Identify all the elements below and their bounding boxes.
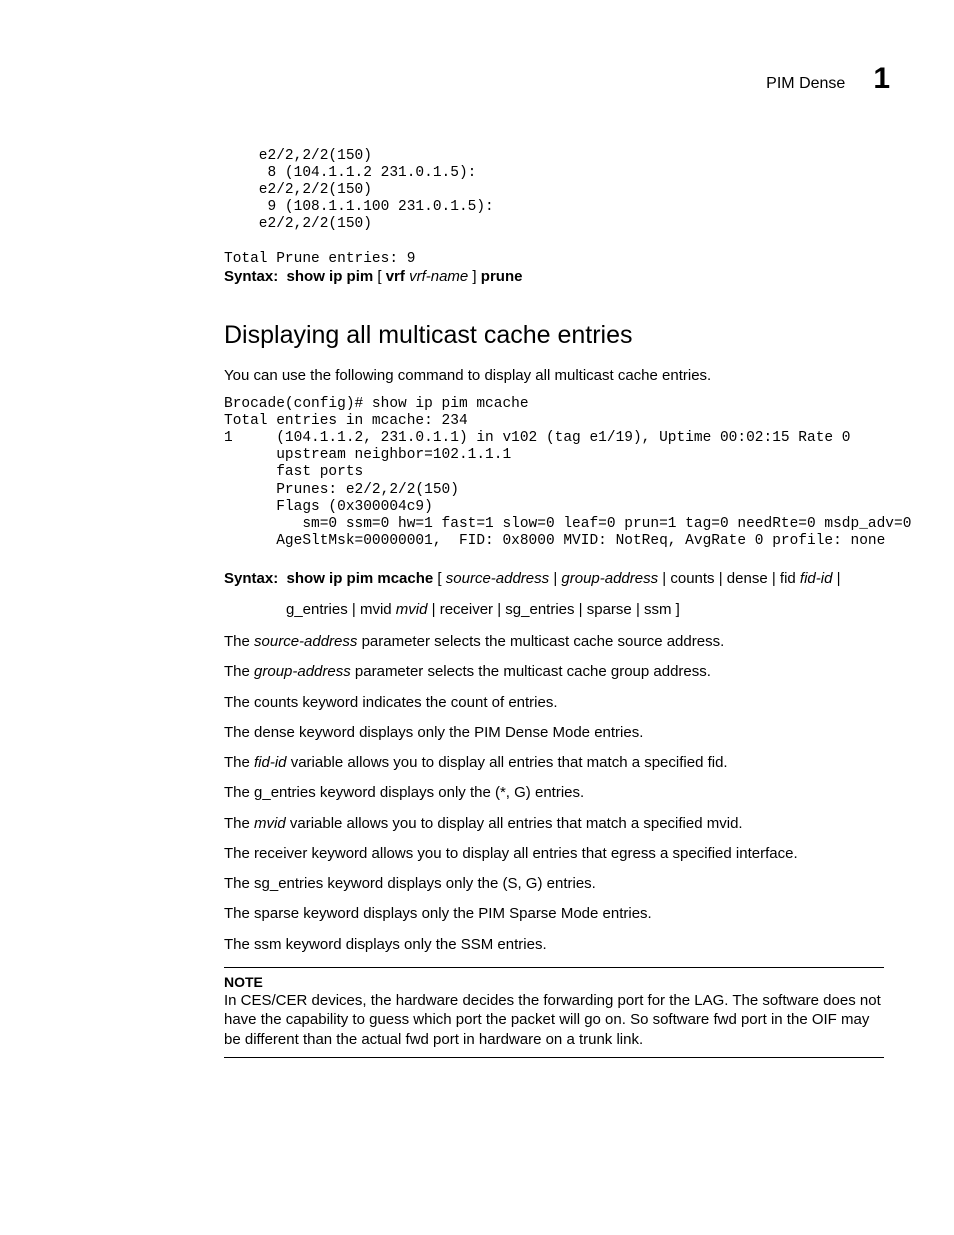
syntax-prune: Syntax: show ip pim [ vrf vrf-name ] pru… <box>224 268 884 285</box>
header-section-title: PIM Dense <box>766 75 845 93</box>
para-counts: The counts keyword indicates the count o… <box>224 693 884 713</box>
note-text: In CES/CER devices, the hardware decides… <box>224 991 884 1050</box>
note-block: NOTE In CES/CER devices, the hardware de… <box>224 967 884 1059</box>
code-block-mcache: Brocade(config)# show ip pim mcache Tota… <box>224 396 884 550</box>
syntax-mcache-line2: g_entries | mvid mvid | receiver | sg_en… <box>224 601 884 618</box>
para-source-address: The source-address parameter selects the… <box>224 632 884 652</box>
para-mvid: The mvid variable allows you to display … <box>224 814 884 834</box>
para-gentries: The g_entries keyword displays only the … <box>224 783 884 803</box>
para-group-address: The group-address parameter selects the … <box>224 662 884 682</box>
section-heading: Displaying all multicast cache entries <box>224 321 884 350</box>
para-fid: The fid-id variable allows you to displa… <box>224 753 884 773</box>
note-label: NOTE <box>224 974 884 990</box>
para-ssm: The ssm keyword displays only the SSM en… <box>224 935 884 955</box>
page: PIM Dense 1 e2/2,2/2(150) 8 (104.1.1.2 2… <box>0 0 954 1235</box>
header-chapter-number: 1 <box>873 62 890 96</box>
intro-text: You can use the following command to dis… <box>224 366 884 386</box>
syntax-mcache-line1: Syntax: show ip pim mcache [ source-addr… <box>224 570 884 587</box>
para-receiver: The receiver keyword allows you to displ… <box>224 844 884 864</box>
page-header: PIM Dense 1 <box>60 62 894 96</box>
para-dense: The dense keyword displays only the PIM … <box>224 723 884 743</box>
code-block-prune: e2/2,2/2(150) 8 (104.1.1.2 231.0.1.5): e… <box>224 148 884 268</box>
para-sparse: The sparse keyword displays only the PIM… <box>224 904 884 924</box>
para-sgentries: The sg_entries keyword displays only the… <box>224 874 884 894</box>
content-area: e2/2,2/2(150) 8 (104.1.1.2 231.0.1.5): e… <box>60 148 894 1058</box>
